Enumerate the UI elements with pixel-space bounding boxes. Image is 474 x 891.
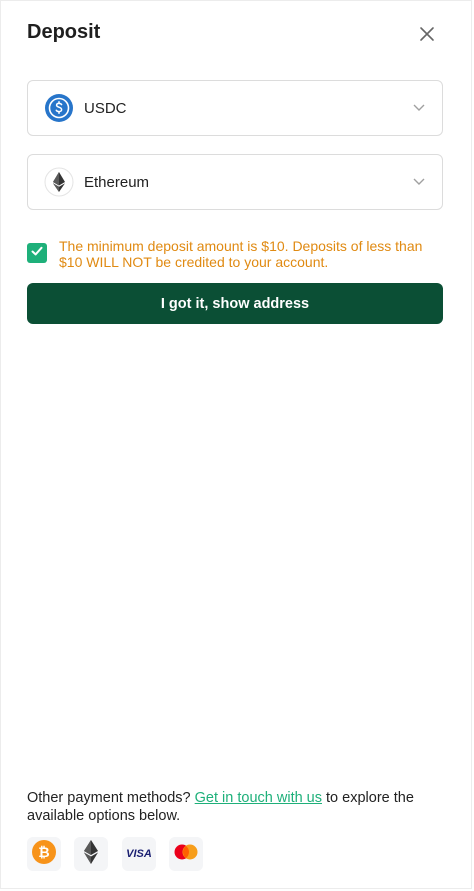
chevron-down-icon [412,175,426,189]
usdc-icon [44,93,74,123]
minimum-deposit-warning: The minimum deposit amount is $10. Depos… [59,238,423,270]
payment-method-ethereum [74,837,108,871]
other-methods-prefix: Other payment methods? [27,790,195,806]
show-address-button[interactable]: I got it, show address [27,283,443,324]
svg-text:₿: ₿ [38,845,49,861]
currency-select[interactable]: USDC [27,80,443,136]
ethereum-icon [80,839,102,870]
chevron-down-icon [412,101,426,115]
network-select[interactable]: Ethereum [27,154,443,210]
network-select-value: Ethereum [84,173,150,191]
acknowledge-checkbox[interactable] [27,243,47,263]
payment-method-visa: VISA [122,837,156,871]
ethereum-icon [44,167,74,197]
mastercard-icon [172,843,200,866]
close-button[interactable] [413,23,441,49]
currency-select-value: USDC [84,99,127,117]
other-payment-methods-text: Other payment methods? Get in touch with… [27,789,447,825]
modal-title: Deposit [27,21,101,43]
close-icon [419,26,435,47]
payment-method-bitcoin: ₿ [27,837,61,871]
bitcoin-icon: ₿ [31,839,57,870]
payment-method-mastercard [169,837,203,871]
get-in-touch-link[interactable]: Get in touch with us [195,790,322,806]
visa-icon: VISA [126,848,152,860]
check-icon [30,244,44,263]
deposit-modal: Deposit USDC Ethereum The minimum deposi… [0,0,472,889]
